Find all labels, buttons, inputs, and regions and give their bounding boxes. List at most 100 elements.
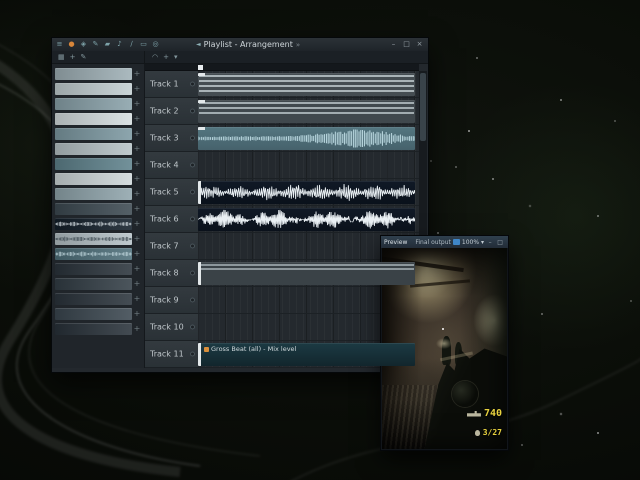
record-icon[interactable]: ●	[66, 39, 77, 50]
add-icon[interactable]: +	[132, 83, 142, 95]
add-icon[interactable]: +	[132, 98, 142, 110]
picker-item[interactable]: +	[55, 82, 142, 96]
clip-handle[interactable]	[198, 343, 201, 366]
add-icon[interactable]: +	[132, 278, 142, 290]
track-header[interactable]: Track 8	[145, 260, 198, 287]
maximize-button[interactable]: □	[400, 39, 413, 50]
pattern-clip[interactable]	[198, 100, 415, 123]
track-header[interactable]: Track 4	[145, 152, 198, 179]
brush-icon[interactable]: ▰	[102, 39, 113, 50]
clip-handle[interactable]	[198, 100, 205, 103]
minimize-button[interactable]: –	[387, 39, 400, 50]
scrollbar-thumb[interactable]	[420, 73, 426, 141]
picker-item[interactable]: +	[55, 187, 142, 201]
add-icon[interactable]: +	[132, 68, 142, 80]
marker-icon[interactable]: ▾	[174, 51, 178, 63]
picker-item[interactable]: +	[55, 67, 142, 81]
playlist-titlebar[interactable]: ≡ ● ◈ ✎ ▰ ♪ ∕ ▭ ◎ ◄ Playlist - Arrangeme…	[52, 38, 428, 51]
track-header[interactable]: Track 9	[145, 287, 198, 314]
add-icon[interactable]: +	[132, 128, 142, 140]
picker-clip[interactable]	[55, 68, 132, 80]
pattern-add-icon[interactable]: +	[163, 51, 169, 63]
add-icon[interactable]: +	[132, 113, 142, 125]
pencil-icon[interactable]: ✎	[90, 39, 101, 50]
track-mute-dot[interactable]	[190, 81, 195, 87]
menu-icon[interactable]: ≡	[54, 39, 65, 50]
picker-clip[interactable]	[55, 128, 132, 140]
picker-item[interactable]: +	[55, 127, 142, 141]
picker-item[interactable]: +	[55, 262, 142, 276]
picker-audio-clip[interactable]	[55, 248, 132, 260]
picker-item[interactable]: +	[55, 232, 142, 246]
picker-clip[interactable]	[55, 308, 132, 320]
picker-draw-icon[interactable]: ✎	[81, 51, 87, 63]
audio-clip[interactable]	[198, 127, 415, 150]
picker-clip[interactable]	[55, 293, 132, 305]
add-icon[interactable]: +	[132, 158, 142, 170]
picker-clip[interactable]	[55, 278, 132, 290]
track-mute-dot[interactable]	[190, 189, 195, 195]
chevron-down-icon[interactable]: ▾	[481, 239, 484, 246]
picker-item[interactable]: +	[55, 247, 142, 261]
track-header[interactable]: Track 6	[145, 206, 198, 233]
add-icon[interactable]: +	[132, 308, 142, 320]
playlist-lane[interactable]	[198, 98, 419, 125]
maximize-button[interactable]: □	[496, 239, 504, 246]
track-header[interactable]: Track 1	[145, 71, 198, 98]
add-icon[interactable]: +	[132, 293, 142, 305]
close-button[interactable]: ×	[413, 39, 426, 50]
timeline-ruler[interactable]	[145, 64, 419, 71]
monitor-icon[interactable]	[452, 239, 460, 245]
clip-handle[interactable]	[198, 181, 201, 204]
track-mute-dot[interactable]	[190, 243, 195, 249]
audio-clip[interactable]	[198, 208, 415, 231]
snap-icon[interactable]: ◈	[78, 39, 89, 50]
automation-clip[interactable]: Gross Beat (all) - Mix level	[198, 343, 415, 366]
picker-item[interactable]: +	[55, 202, 142, 216]
track-mute-dot[interactable]	[190, 108, 195, 114]
playlist-lane[interactable]	[198, 152, 419, 179]
add-icon[interactable]: +	[132, 218, 142, 230]
add-icon[interactable]: +	[132, 263, 142, 275]
playlist-lane[interactable]	[198, 260, 419, 287]
picker-grid-icon[interactable]: ▦	[58, 51, 65, 63]
track-header[interactable]: Track 5	[145, 179, 198, 206]
picker-clip[interactable]	[55, 158, 132, 170]
picker-clip[interactable]	[55, 143, 132, 155]
preview-titlebar[interactable]: Preview Final output 100% ▾ – □ ×	[381, 236, 508, 248]
track-mute-dot[interactable]	[190, 270, 195, 276]
add-icon[interactable]: +	[132, 248, 142, 260]
picker-clip[interactable]	[55, 188, 132, 200]
clip-handle[interactable]	[198, 127, 205, 130]
picker-clip[interactable]	[55, 263, 132, 275]
picker-clip[interactable]	[55, 323, 132, 335]
mute-tool-icon[interactable]: ♪	[114, 39, 125, 50]
picker-clip[interactable]	[55, 113, 132, 125]
playhead-marker[interactable]	[198, 65, 203, 70]
picker-item[interactable]: +	[55, 292, 142, 306]
picker-item[interactable]: +	[55, 97, 142, 111]
picker-item[interactable]: +	[55, 172, 142, 186]
zoom-level[interactable]: 100%	[462, 239, 479, 246]
playlist-lane[interactable]	[198, 71, 419, 98]
picker-item[interactable]: +	[55, 217, 142, 231]
add-icon[interactable]: +	[132, 323, 142, 335]
track-mute-dot[interactable]	[190, 162, 195, 168]
minimize-button[interactable]: –	[486, 239, 494, 246]
picker-audio-clip[interactable]	[55, 218, 132, 230]
picker-item[interactable]: +	[55, 277, 142, 291]
track-header[interactable]: Track 7	[145, 233, 198, 260]
picker-item[interactable]: +	[55, 307, 142, 321]
track-mute-dot[interactable]	[190, 351, 195, 357]
add-icon[interactable]: +	[132, 143, 142, 155]
track-header[interactable]: Track 2	[145, 98, 198, 125]
clip-handle[interactable]	[198, 262, 201, 285]
magnet-icon[interactable]: ◠	[152, 51, 158, 63]
select-tool-icon[interactable]: ▭	[138, 39, 149, 50]
pattern-clip[interactable]	[198, 262, 415, 285]
picker-item[interactable]: +	[55, 322, 142, 336]
picker-audio-clip[interactable]	[55, 233, 132, 245]
picker-item[interactable]: +	[55, 157, 142, 171]
clip-handle[interactable]	[198, 73, 205, 76]
playlist-lane[interactable]: Gross Beat (all) - Mix level	[198, 341, 419, 368]
